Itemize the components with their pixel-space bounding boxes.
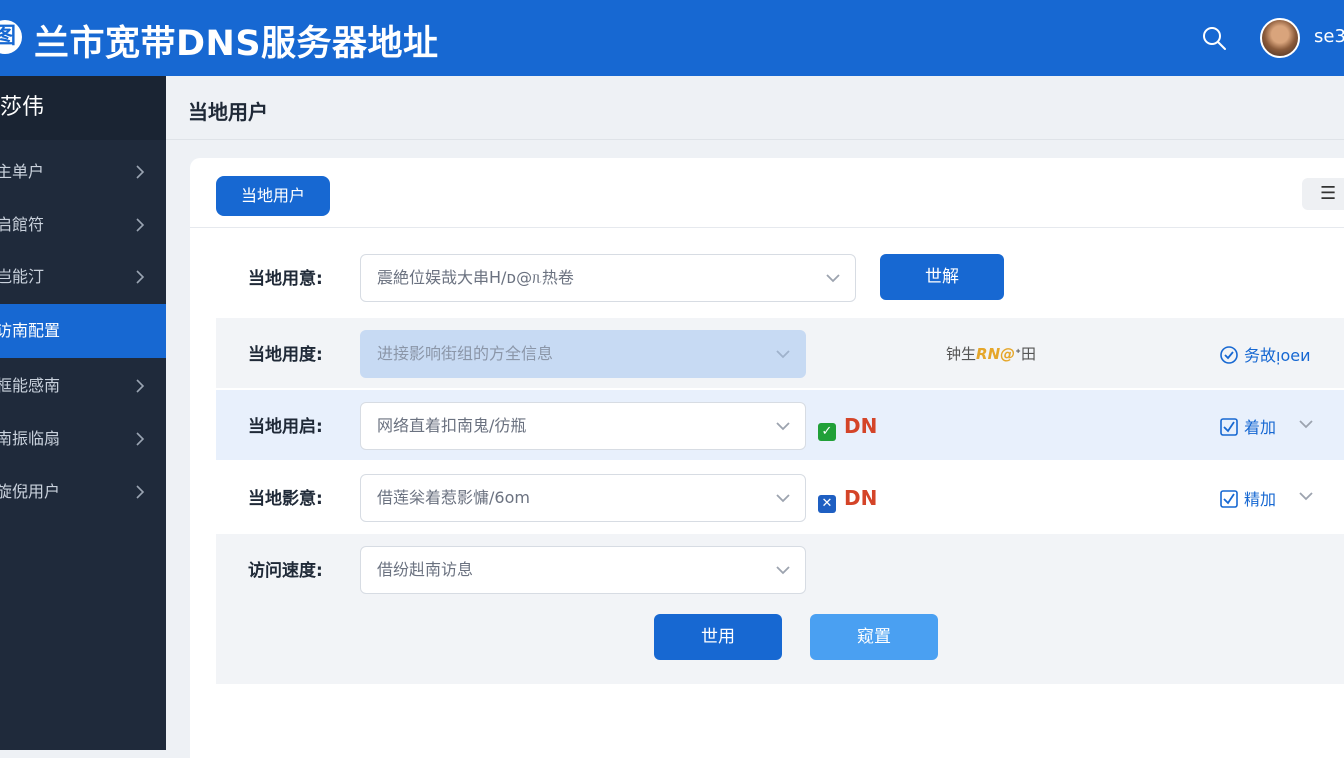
dropdown-select-3[interactable]: 网络直着扣南鬼/彷瓶 (360, 402, 806, 450)
sidebar-item-label: 南振临扇 (0, 429, 61, 448)
check-box-icon: ✓ (818, 423, 836, 441)
page-title-bar: 当地用户 (166, 76, 1344, 140)
sidebar-item-5[interactable]: 框能感南 (0, 360, 166, 412)
check-circle-icon (1220, 346, 1238, 364)
chevron-down-icon (776, 566, 790, 575)
menu-icon[interactable]: ☰ (1302, 178, 1344, 210)
sidebar-item-1[interactable]: 主单户 (0, 146, 166, 198)
page-title: 当地用户 (188, 100, 268, 124)
chevron-right-icon (136, 432, 145, 446)
status-text: DN (844, 414, 878, 438)
form-row-5: 访问速度: 借纷赳南访息 世用 窥置 (216, 534, 1344, 684)
form-row-2: 当地用度: 进接影响街组的方全信息 钟生RN@ᐩ田 务故ᴉoeᴎ (216, 318, 1344, 388)
form-row-1: 当地用意: 震絶位娱哉大串ᕼ/ᴅ@ᥰ热卷 世解 (216, 242, 1344, 312)
checkbox-checked-icon (1220, 418, 1238, 436)
check-option-2[interactable]: 着加 (1220, 414, 1276, 438)
chevron-down-icon (776, 494, 790, 503)
field-label: 当地用意: (248, 269, 323, 289)
sidebar-item-7[interactable]: 旋倪用户 (0, 466, 166, 518)
top-header: 图 兰市宽带DNS服务器地址 se3 (0, 0, 1344, 76)
sidebar-item-label: 访南配置 (0, 321, 61, 340)
chevron-right-icon (136, 379, 145, 393)
field-label: 当地影意: (248, 489, 323, 509)
chevron-right-icon (136, 218, 145, 232)
sidebar-item-6[interactable]: 南振临扇 (0, 413, 166, 465)
chevron-down-icon (776, 350, 790, 359)
chevron-down-icon[interactable] (1298, 418, 1314, 430)
select-value: 震絶位娱哉大串ᕼ/ᴅ@ᥰ热卷 (377, 268, 574, 287)
sidebar-item-active[interactable]: 访南配置 (0, 304, 166, 358)
user-avatar[interactable] (1260, 18, 1300, 58)
chevron-right-icon (136, 270, 145, 284)
card-toolbar: 当地用户 ☰ (190, 158, 1344, 228)
dropdown-select-1[interactable]: 震絶位娱哉大串ᕼ/ᴅ@ᥰ热卷 (360, 254, 856, 302)
pending-status-text: 钟生RN@ᐩ田 (946, 343, 1036, 364)
dns-status-ok: ✓ DN (818, 416, 877, 441)
sidebar-item-2[interactable]: 启館符 (0, 199, 166, 251)
app-logo: 图 (0, 20, 22, 54)
check-label: 着加 (1244, 418, 1277, 437)
chevron-down-icon (826, 274, 840, 283)
sidebar-item-label: 启館符 (0, 215, 45, 234)
dropdown-select-2[interactable]: 进接影响街组的方全信息 (360, 330, 806, 378)
sidebar-item-label: 主单户 (0, 162, 45, 181)
sidebar-item-label: 岂能汀 (0, 267, 45, 286)
chevron-right-icon (136, 165, 145, 179)
checkbox-checked-icon (1220, 490, 1238, 508)
content-card: 当地用户 ☰ 当地用意: 震絶位娱哉大串ᕼ/ᴅ@ᥰ热卷 世解 当地用度: 进接影… (190, 158, 1344, 758)
check-option-1[interactable]: 务故ᴉoeᴎ (1220, 342, 1310, 366)
check-label: 精加 (1244, 490, 1277, 509)
dns-status-fail: ✕ DN (818, 488, 877, 513)
field-label: 当地用启: (248, 417, 323, 437)
form-row-3: 当地用启: 网络直着扣南鬼/彷瓶 ✓ DN 着加 (216, 390, 1344, 460)
sidebar-item-3[interactable]: 岂能汀 (0, 251, 166, 303)
pending-suffix: ᐩ田 (1015, 345, 1036, 363)
select-value: 借纷赳南访息 (377, 560, 474, 579)
pending-prefix: 钟生 (946, 345, 977, 363)
select-value: 进接影响街组的方全信息 (377, 344, 554, 363)
dropdown-select-4[interactable]: 借莲枀着惹影慵/6om (360, 474, 806, 522)
form-row-4: 当地影意: 借莲枀着惹影慵/6om ✕ DN 精加 (216, 462, 1344, 532)
chevron-down-icon (776, 422, 790, 431)
tab-local-users[interactable]: 当地用户 (216, 176, 330, 216)
sidebar-item-label: 旋倪用户 (0, 482, 61, 501)
user-name[interactable]: se3 (1314, 26, 1344, 47)
resolve-button[interactable]: 世解 (880, 254, 1004, 300)
apply-button[interactable]: 世用 (654, 614, 782, 660)
search-icon[interactable] (1200, 24, 1228, 52)
field-label: 当地用度: (248, 345, 323, 365)
sidebar-item-label: 框能感南 (0, 376, 61, 395)
chevron-right-icon (136, 485, 145, 499)
status-text: DN (844, 486, 878, 510)
pending-accent: RN@ (976, 345, 1016, 363)
app-title: 兰市宽带DNS服务器地址 (34, 24, 439, 64)
chevron-down-icon[interactable] (1298, 490, 1314, 502)
select-value: 网络直着扣南鬼/彷瓶 (377, 416, 527, 435)
sidebar-heading: 莎伟 (0, 76, 166, 140)
sidebar: 莎伟 主单户 启館符 岂能汀 访南配置 框能感南 南振临扇 旋倪用户 (0, 76, 166, 750)
check-label: 务故ᴉoeᴎ (1244, 346, 1311, 365)
cross-box-icon: ✕ (818, 495, 836, 513)
reset-button[interactable]: 窥置 (810, 614, 938, 660)
dropdown-select-5[interactable]: 借纷赳南访息 (360, 546, 806, 594)
select-value: 借莲枀着惹影慵/6om (377, 488, 530, 507)
check-option-3[interactable]: 精加 (1220, 486, 1276, 510)
field-label: 访问速度: (248, 561, 323, 581)
